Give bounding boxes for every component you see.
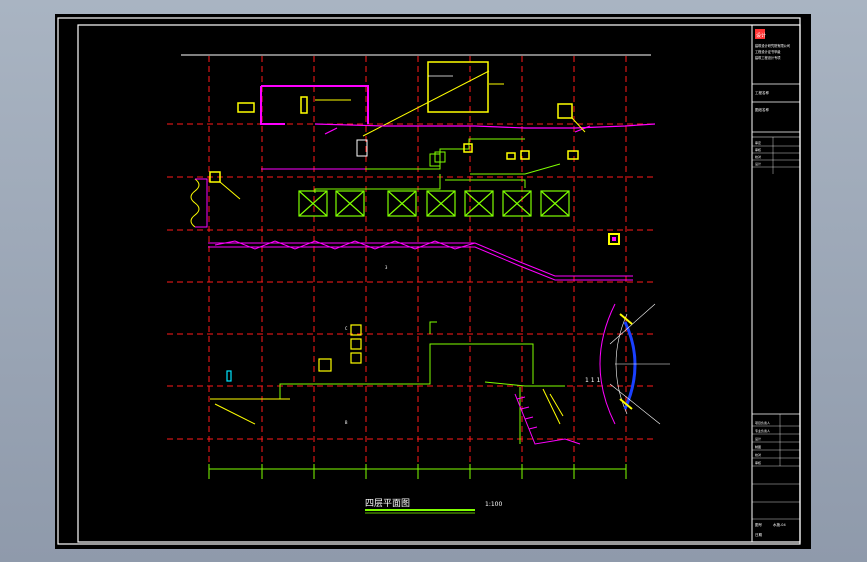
upper-row-3: 校对 [755,154,761,159]
drawing-name-label: 图纸名称 [755,107,769,112]
horizontal-gridlines [167,123,653,440]
lower-row-2: 专业负责人 [755,428,770,433]
note-3: B [345,420,348,425]
upper-row-4: 设计 [755,161,761,166]
sheet-value: 水施-04 [773,522,786,527]
upper-row-2: 审核 [755,147,761,152]
note-1: C [345,326,348,331]
legend-caption: 1 1 1 [585,377,600,384]
truss-line [208,240,633,281]
lower-row-4: 制图 [755,444,761,449]
equipment-box-1 [237,102,255,113]
lower-unit-4 [318,358,332,372]
inner-frame [77,24,801,543]
curved-facade [599,303,670,425]
upper-row-1: 审定 [755,140,761,145]
stair-structure [514,393,581,445]
dimension-line [208,464,627,479]
project-label: 工程名称 [755,90,769,95]
drawing-scale: 1:100 [485,501,502,508]
lower-row-6: 审核 [755,460,761,465]
valve-e [506,152,516,160]
company-line-2: 工程设计证书甲级 [755,49,781,54]
lower-row-3: 设计 [755,436,761,441]
equipment-box-3 [557,103,573,119]
vertical-gridlines [208,56,627,479]
company-line-1: 建筑设计研究院有限公司 [755,43,790,48]
note-2: 3 [385,265,388,270]
cad-drawing: C 3 B 四层平面图 1:100 1 1 1 设计 建筑设计研究院有限公司 工… [57,17,801,545]
logo-text: 设计 [756,32,766,39]
lower-unit-3 [350,352,362,364]
green-pipe-lower [215,321,565,444]
company-line-3: 建筑工程设计专项 [755,55,781,60]
valve-g [567,150,579,160]
outer-frame [57,17,801,545]
wavy-structure [190,178,200,228]
drawing-title: 四层平面图 [365,498,410,509]
lower-row-1: 项目负责人 [755,420,770,425]
lower-unit-2 [350,338,362,350]
valve-d [463,143,473,153]
equipment-box-2 [300,96,308,114]
fan-unit-row [298,190,570,217]
cad-viewport[interactable]: C 3 B 四层平面图 1:100 1 1 1 设计 建筑设计研究院有限公司 工… [55,14,811,549]
room-upper-left [260,85,375,170]
cyan-marker [226,370,232,382]
sheet-label: 图号 [755,522,763,527]
lower-row-5: 校对 [755,452,761,457]
date-label: 日期 [755,532,763,537]
title-block: 设计 建筑设计研究院有限公司 工程设计证书甲级 建筑工程设计专项 工程名称 图纸… [751,24,801,543]
